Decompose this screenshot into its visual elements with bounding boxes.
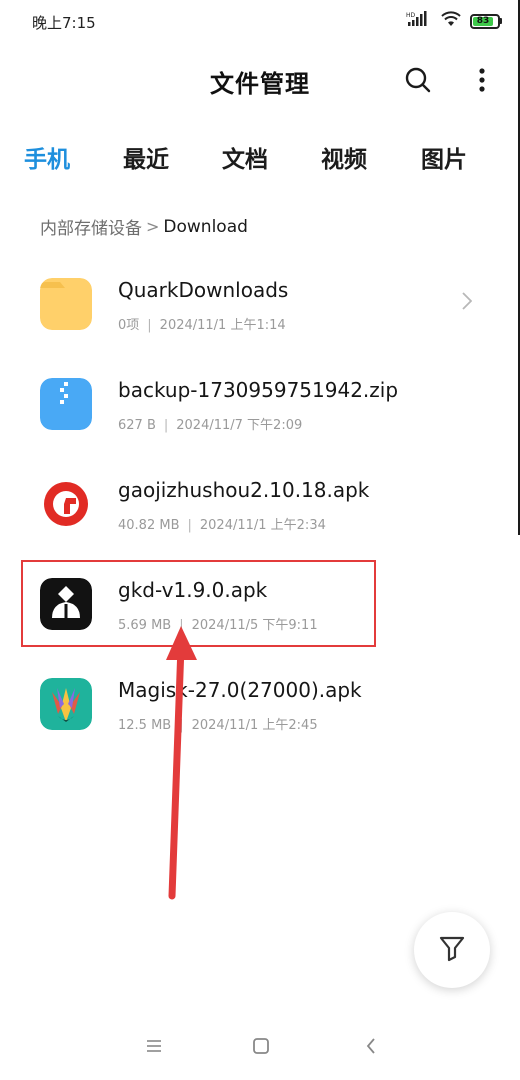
home-button[interactable] [249, 1036, 273, 1060]
file-meta: 40.82 MB | 2024/11/1 上午2:34 [118, 518, 326, 533]
file-name: Magisk-27.0(27000).apk [118, 678, 362, 702]
hd-label: HD [406, 12, 416, 19]
tab-documents[interactable]: 文档 [222, 140, 268, 174]
status-icons: HD 83 [406, 11, 502, 31]
filter-icon [438, 934, 466, 966]
battery-icon: 83 [470, 13, 502, 29]
file-date: 2024/11/1 上午1:14 [159, 318, 286, 333]
menu-button[interactable] [142, 1036, 166, 1060]
breadcrumb: 内部存储设备 > Download [40, 214, 248, 240]
file-row-quarkdownloads[interactable]: QuarkDownloads 0项 | 2024/11/1 上午1:14 [0, 240, 520, 340]
home-icon [252, 1037, 270, 1059]
file-name: QuarkDownloads [118, 278, 289, 302]
signal-icon: HD [406, 11, 432, 31]
back-icon [364, 1037, 378, 1059]
tab-phone[interactable]: 手机 [24, 140, 70, 174]
status-bar: 晚上7:15 HD 83 [0, 0, 520, 46]
search-icon [405, 67, 431, 97]
file-name: backup-1730959751942.zip [118, 378, 399, 402]
more-vertical-icon [479, 68, 485, 96]
filter-button[interactable] [414, 912, 490, 988]
file-meta: 627 B | 2024/11/7 下午2:09 [118, 418, 303, 433]
breadcrumb-separator: > [146, 217, 160, 236]
file-meta: 0项 | 2024/11/1 上午1:14 [118, 318, 286, 333]
navigation-bar [0, 1020, 520, 1080]
file-size: 0项 [118, 318, 140, 333]
breadcrumb-current: Download [163, 216, 248, 237]
file-size: 40.82 MB [118, 518, 180, 533]
tab-recent[interactable]: 最近 [123, 140, 169, 174]
magisk-app-icon [40, 678, 92, 730]
gkd-app-icon [40, 578, 92, 630]
back-button[interactable] [359, 1036, 383, 1060]
tab-videos[interactable]: 视频 [321, 140, 367, 174]
file-size: 12.5 MB [118, 718, 172, 733]
wifi-icon [440, 11, 462, 31]
file-meta: 12.5 MB | 2024/11/1 上午2:45 [118, 718, 318, 733]
file-date: 2024/11/1 上午2:45 [191, 718, 318, 733]
tab-images[interactable]: 图片 [421, 140, 467, 174]
file-name: gkd-v1.9.0.apk [118, 578, 268, 602]
file-date: 2024/11/5 下午9:11 [191, 618, 318, 633]
page-title: 文件管理 [210, 70, 310, 98]
gaoji-app-icon [40, 478, 92, 530]
status-time: 晚上7:15 [32, 14, 96, 32]
file-row-magisk-apk[interactable]: Magisk-27.0(27000).apk 12.5 MB | 2024/11/1… [0, 640, 520, 740]
zip-icon [40, 378, 92, 430]
file-size: 627 B [118, 418, 156, 433]
file-row-gaojizhushou-apk[interactable]: gaojizhushou2.10.18.apk 40.82 MB | 2024/11… [0, 440, 520, 540]
battery-level: 83 [476, 15, 490, 26]
file-row-gkd-apk[interactable]: gkd-v1.9.0.apk 5.69 MB | 2024/11/5 下午9:11 [0, 540, 520, 640]
category-tabs: 手机 最近 文档 视频 图片 [0, 140, 520, 180]
breadcrumb-root[interactable]: 内部存储设备 [40, 214, 142, 239]
menu-icon [145, 1038, 163, 1058]
chevron-right-icon [462, 292, 473, 314]
file-size: 5.69 MB [118, 618, 172, 633]
folder-icon [40, 278, 92, 330]
file-name: gaojizhushou2.10.18.apk [118, 478, 370, 502]
file-date: 2024/11/7 下午2:09 [176, 418, 303, 433]
search-button[interactable] [398, 62, 438, 102]
more-button[interactable] [462, 62, 502, 102]
file-row-backup-zip[interactable]: backup-1730959751942.zip 627 B | 2024/11/7… [0, 340, 520, 440]
file-meta: 5.69 MB | 2024/11/5 下午9:11 [118, 618, 318, 633]
file-date: 2024/11/1 上午2:34 [199, 518, 326, 533]
